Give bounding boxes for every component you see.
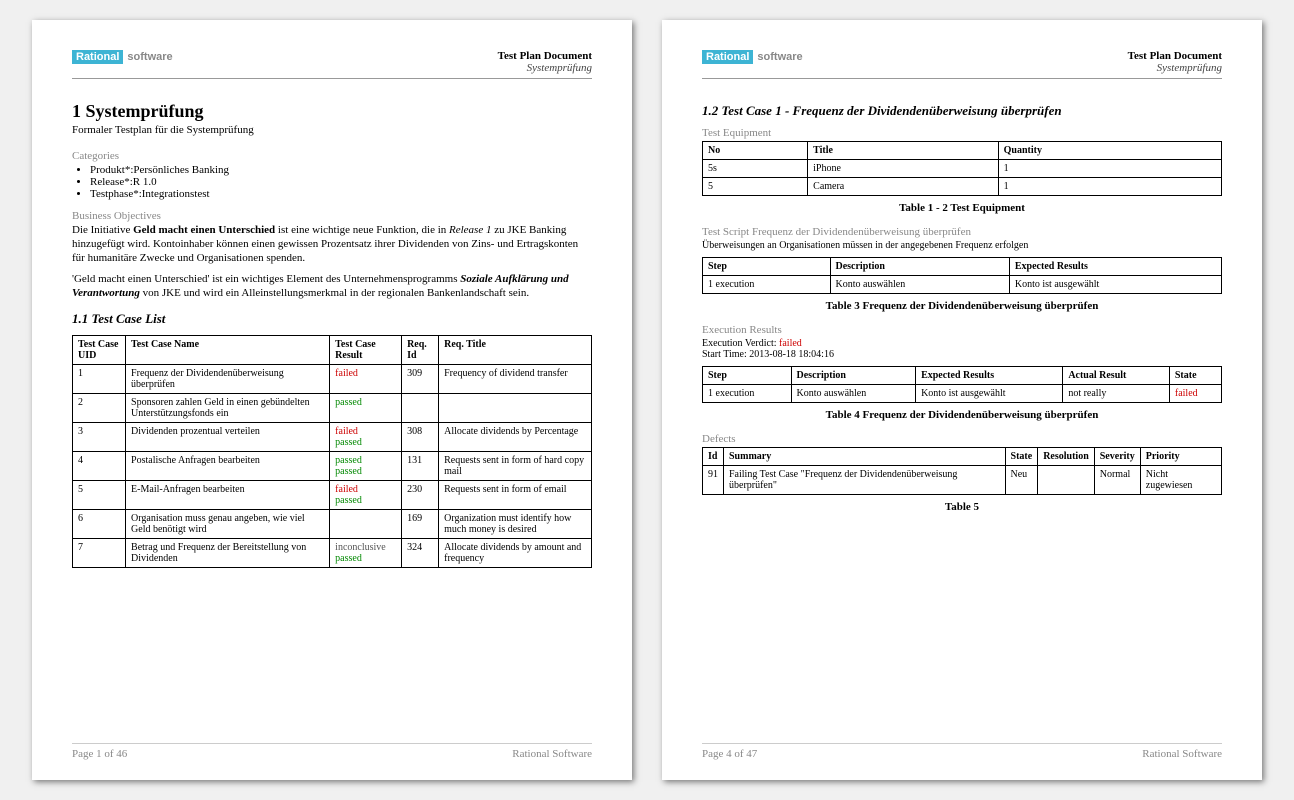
page-content: 1.2 Test Case 1 - Frequenz der Dividende… (702, 93, 1222, 743)
test-equipment-label: Test Equipment (702, 127, 1222, 139)
column-header: Description (791, 367, 916, 385)
table-row: 4Postalische Anfragen bearbeitenpassedpa… (73, 451, 592, 480)
doc-subtitle: Systemprüfung (1128, 62, 1222, 74)
table-row: 5E-Mail-Anfragen bearbeitenfailedpassed2… (73, 480, 592, 509)
business-objectives-label: Business Objectives (72, 210, 592, 222)
column-header: Resolution (1038, 448, 1095, 466)
column-header: Test Case Result (330, 335, 402, 364)
execution-start-time: Start Time: 2013-08-18 18:04:16 (702, 349, 1222, 360)
logo-rational: Rational (72, 50, 123, 64)
page-content: 1 Systemprüfung Formaler Testplan für di… (72, 93, 592, 743)
test-script-label: Test Script Frequenz der Dividendenüberw… (702, 226, 1222, 238)
column-header: State (1169, 367, 1221, 385)
category-item: Produkt*:Persönliches Banking (90, 164, 592, 176)
column-header: Summary (724, 448, 1006, 466)
test-script-caption: Table 3 Frequenz der Dividendenüberweisu… (702, 300, 1222, 312)
column-header: Actual Result (1063, 367, 1170, 385)
page-footer: Page 1 of 46 Rational Software (72, 743, 592, 760)
table-row: 1Frequenz der Dividendenüberweisung über… (73, 364, 592, 393)
test-script-desc: Überweisungen an Organisationen müssen i… (702, 240, 1222, 251)
column-header: Req. Title (439, 335, 592, 364)
table-row: 1 executionKonto auswählenKonto ist ausg… (703, 276, 1222, 294)
table-row: 3Dividenden prozentual verteilenfailedpa… (73, 422, 592, 451)
column-header: Test Case UID (73, 335, 126, 364)
page-header: Rational software Test Plan Document Sys… (72, 50, 592, 79)
section-subtitle: Formaler Testplan für die Systemprüfung (72, 124, 592, 136)
page-header: Rational software Test Plan Document Sys… (702, 50, 1222, 79)
column-header: Severity (1094, 448, 1140, 466)
document-page-2: Rational software Test Plan Document Sys… (662, 20, 1262, 780)
column-header: Id (703, 448, 724, 466)
table-row: 7Betrag und Frequenz der Bereitstellung … (73, 538, 592, 567)
footer-page-number: Page 1 of 46 (72, 748, 127, 760)
footer-company: Rational Software (1142, 748, 1222, 760)
defects-label: Defects (702, 433, 1222, 445)
page-footer: Page 4 of 47 Rational Software (702, 743, 1222, 760)
logo-software: software (755, 50, 804, 64)
execution-results-table: StepDescriptionExpected ResultsActual Re… (702, 366, 1222, 403)
column-header: Expected Results (1009, 258, 1221, 276)
logo-rational: Rational (702, 50, 753, 64)
logo: Rational software (72, 50, 175, 64)
table-row: 1 executionKonto auswählenKonto ist ausg… (703, 385, 1222, 403)
column-header: Req. Id (402, 335, 439, 364)
table-row: 5Camera1 (703, 178, 1222, 196)
footer-company: Rational Software (512, 748, 592, 760)
column-header: Title (808, 142, 999, 160)
defects-caption: Table 5 (702, 501, 1222, 513)
business-objectives-p1: Die Initiative Geld macht einen Untersch… (72, 224, 592, 265)
column-header: Step (703, 367, 792, 385)
document-page-1: Rational software Test Plan Document Sys… (32, 20, 632, 780)
column-header: No (703, 142, 808, 160)
column-header: Description (830, 258, 1009, 276)
section-heading: 1 Systemprüfung (72, 101, 592, 122)
test-case-list-heading: 1.1 Test Case List (72, 311, 592, 327)
defects-table: IdSummaryStateResolutionSeverityPriority… (702, 447, 1222, 495)
execution-verdict: Execution Verdict: failed (702, 338, 1222, 349)
column-header: Quantity (998, 142, 1221, 160)
logo: Rational software (702, 50, 805, 64)
test-case-list-table: Test Case UIDTest Case NameTest Case Res… (72, 335, 592, 568)
doc-title: Test Plan Document (1128, 50, 1222, 62)
category-item: Testphase*:Integrationstest (90, 188, 592, 200)
categories-label: Categories (72, 150, 592, 162)
column-header: State (1005, 448, 1038, 466)
footer-page-number: Page 4 of 47 (702, 748, 757, 760)
column-header: Priority (1140, 448, 1221, 466)
doc-title: Test Plan Document (498, 50, 592, 62)
column-header: Test Case Name (126, 335, 330, 364)
category-item: Release*:R 1.0 (90, 176, 592, 188)
table-row: 91Failing Test Case "Frequenz der Divide… (703, 466, 1222, 495)
test-equipment-caption: Table 1 - 2 Test Equipment (702, 202, 1222, 214)
doc-subtitle: Systemprüfung (498, 62, 592, 74)
test-equipment-table: NoTitleQuantity 5siPhone15Camera1 (702, 141, 1222, 196)
categories-list: Produkt*:Persönliches BankingRelease*:R … (90, 164, 592, 200)
table-row: 2Sponsoren zahlen Geld in einen gebündel… (73, 393, 592, 422)
business-objectives-p2: 'Geld macht einen Unterschied' ist ein w… (72, 273, 592, 301)
table-row: 5siPhone1 (703, 160, 1222, 178)
column-header: Step (703, 258, 831, 276)
test-script-table: StepDescriptionExpected Results 1 execut… (702, 257, 1222, 294)
execution-results-caption: Table 4 Frequenz der Dividendenüberweisu… (702, 409, 1222, 421)
column-header: Expected Results (916, 367, 1063, 385)
doc-title-block: Test Plan Document Systemprüfung (1128, 50, 1222, 74)
test-case-heading: 1.2 Test Case 1 - Frequenz der Dividende… (702, 103, 1222, 119)
doc-title-block: Test Plan Document Systemprüfung (498, 50, 592, 74)
logo-software: software (125, 50, 174, 64)
execution-results-label: Execution Results (702, 324, 1222, 336)
table-row: 6Organisation muss genau angeben, wie vi… (73, 509, 592, 538)
